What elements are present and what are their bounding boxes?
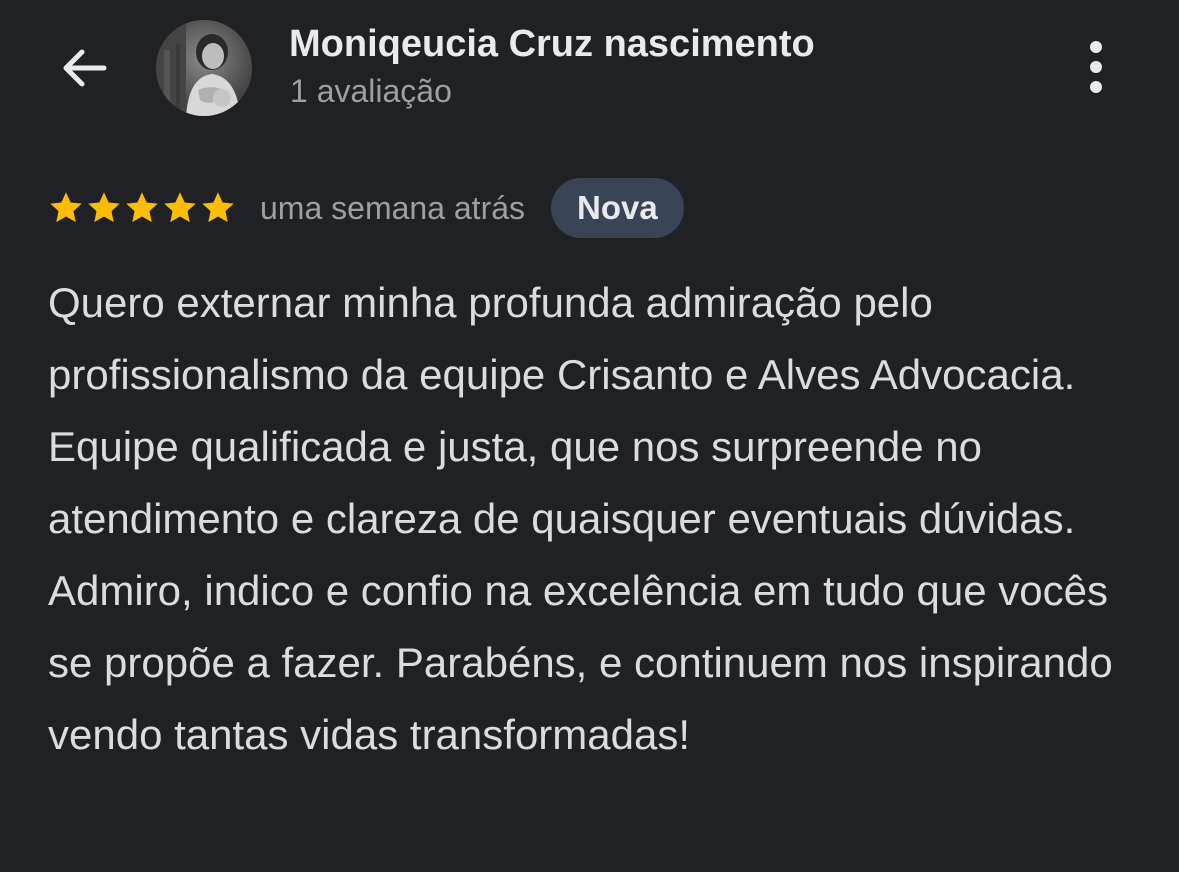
- more-options-button[interactable]: [1072, 34, 1120, 100]
- star-icon: [164, 192, 196, 223]
- reviewer-name[interactable]: Moniqeucia Cruz nascimento: [289, 20, 815, 68]
- star-icon: [88, 192, 120, 223]
- rating-row: uma semana atrás Nova: [48, 178, 684, 238]
- back-button[interactable]: [52, 36, 116, 100]
- arrow-left-icon: [63, 49, 107, 87]
- star-icon: [50, 192, 82, 223]
- review-count: 1 avaliação: [290, 73, 452, 109]
- star-icon: [202, 192, 234, 223]
- review-text: Quero externar minha profunda admiração …: [48, 279, 1113, 758]
- profile-photo: [156, 20, 252, 116]
- more-vertical-icon: [1090, 41, 1102, 93]
- avatar[interactable]: [156, 20, 252, 116]
- new-badge: Nova: [551, 178, 684, 238]
- star-rating: [48, 190, 236, 226]
- review-date: uma semana atrás: [260, 189, 526, 226]
- star-icon: [126, 192, 158, 223]
